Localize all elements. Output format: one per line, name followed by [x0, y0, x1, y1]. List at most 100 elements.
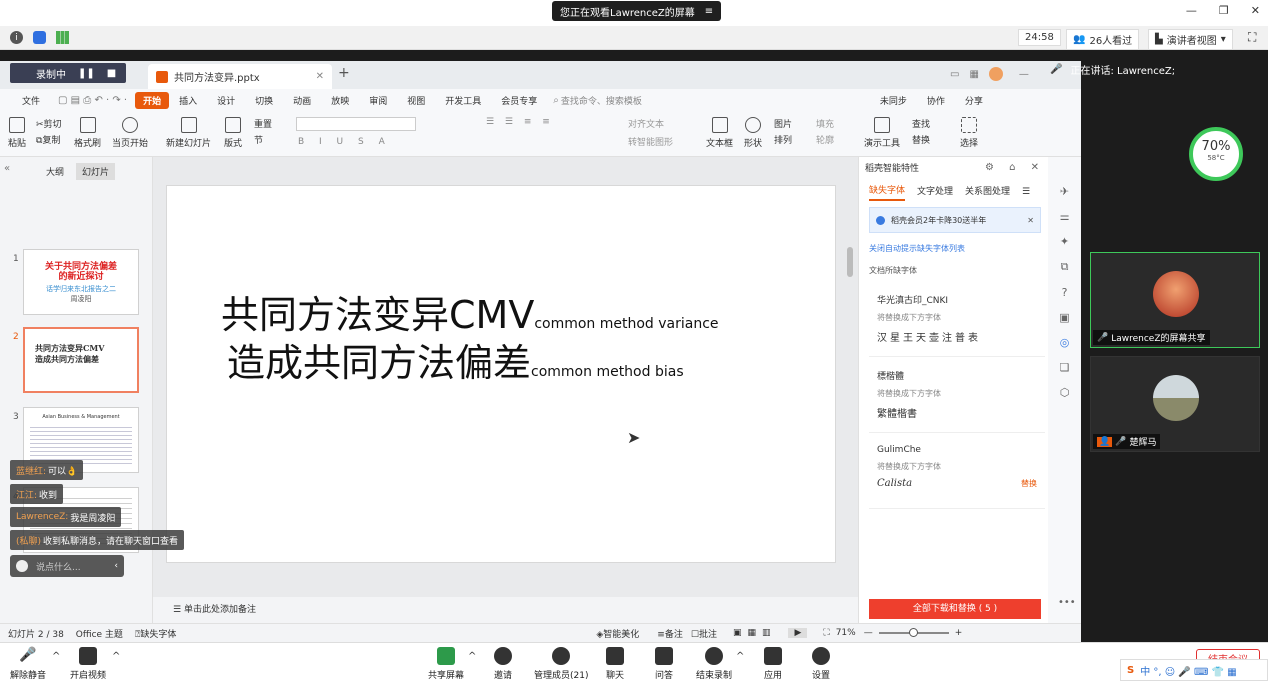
- avatar[interactable]: [988, 67, 1003, 81]
- tab-outline[interactable]: 大纲: [46, 165, 64, 178]
- font-family-select[interactable]: [296, 117, 416, 131]
- shape-button[interactable]: 形状: [744, 117, 762, 149]
- zoom-out-icon[interactable]: —: [864, 628, 873, 638]
- format-painter-button[interactable]: 格式刷: [74, 117, 101, 149]
- help-icon[interactable]: ?: [1062, 286, 1068, 299]
- align-text-button[interactable]: 对齐文本: [628, 117, 664, 130]
- minimize-icon[interactable]: —: [1186, 4, 1197, 17]
- zoom-in-icon[interactable]: +: [955, 628, 963, 638]
- slide-text-line1[interactable]: 共同方法变异CMVcommon method variance: [221, 284, 719, 339]
- cube-icon[interactable]: ⬡: [1060, 386, 1070, 399]
- fit-icon[interactable]: ⛶: [823, 628, 829, 638]
- chevron-up-icon[interactable]: ^: [468, 651, 476, 662]
- play-from-current-button[interactable]: 当页开始: [112, 117, 148, 149]
- chevron-left-icon[interactable]: ‹: [114, 561, 118, 571]
- play-icon[interactable]: ▶: [788, 628, 808, 638]
- download-replace-button[interactable]: 全部下载和替换 ( 5 ): [869, 599, 1041, 619]
- chevron-up-icon[interactable]: ^: [736, 651, 744, 662]
- menu-animation[interactable]: 动画: [283, 94, 321, 107]
- settings-button[interactable]: 设置: [812, 647, 830, 681]
- paragraph-buttons[interactable]: ☰ ☰ ≡ ≡: [486, 117, 554, 127]
- video-tile[interactable]: 🎤 LawrenceZ的屏幕共享: [1090, 252, 1260, 348]
- viewers-count[interactable]: 👥 26人看过: [1066, 29, 1140, 50]
- slide-thumb-2[interactable]: 共同方法变异CMV 造成共同方法偏差: [23, 327, 139, 393]
- slide-thumb-1[interactable]: 关于共同方法偏差的新近探讨 话学归来东北报告之二 周凌阳: [23, 249, 139, 315]
- chat-button[interactable]: 聊天: [606, 647, 624, 681]
- screen-share-banner[interactable]: 您正在观看LawrenceZ的屏幕 ≡: [552, 1, 722, 21]
- font-style-buttons[interactable]: B I U S A: [298, 137, 391, 147]
- start-video-button[interactable]: 开启视频: [70, 647, 106, 681]
- collab-button[interactable]: 协作: [917, 94, 955, 107]
- video-tile[interactable]: 👤 🎤 楚辉马: [1090, 356, 1260, 452]
- command-search[interactable]: 查找命令、搜索模板: [561, 94, 642, 107]
- textbox-button[interactable]: 文本框: [706, 117, 733, 149]
- slide-canvas[interactable]: 共同方法变异CMVcommon method variance 造成共同方法偏差…: [166, 185, 836, 563]
- zoom-handle[interactable]: [908, 628, 918, 637]
- chat-input[interactable]: 说点什么... ‹: [10, 555, 124, 577]
- menu-transition[interactable]: 切换: [245, 94, 283, 107]
- reset-button[interactable]: 重置: [254, 117, 272, 133]
- menu-icon[interactable]: ☰: [1022, 187, 1030, 197]
- convert-smartart-button[interactable]: 转智能图形: [628, 135, 673, 148]
- replace-font-button[interactable]: 替换: [1021, 478, 1037, 489]
- menu-developer[interactable]: 开发工具: [435, 94, 491, 107]
- menu-member[interactable]: 会员专享: [491, 94, 547, 107]
- view-mode-select[interactable]: ▙ 演讲者视图 ▾: [1148, 29, 1233, 50]
- cpu-widget[interactable]: 70% 58°C: [1189, 127, 1243, 181]
- book-icon[interactable]: ❏: [1060, 361, 1070, 374]
- unmute-button[interactable]: 🎤 解除静音: [10, 647, 46, 681]
- copy-icon[interactable]: ⧉: [1061, 260, 1069, 274]
- invite-button[interactable]: 邀请: [494, 647, 512, 681]
- panel-title[interactable]: 稻壳智能特性: [865, 161, 919, 174]
- present-tool-button[interactable]: 演示工具: [864, 117, 900, 149]
- layout-button[interactable]: 版式: [224, 117, 242, 149]
- copy-button[interactable]: ⧉复制: [36, 133, 62, 149]
- slide-text-line2[interactable]: 造成共同方法偏差common method bias: [227, 332, 684, 387]
- close-icon[interactable]: ✕: [1027, 216, 1034, 225]
- zoom-slider[interactable]: [878, 628, 949, 637]
- smart-icon[interactable]: ◎: [1060, 336, 1070, 349]
- document-tab[interactable]: 共同方法变异.pptx ✕: [148, 64, 332, 89]
- minimize-icon[interactable]: —: [1019, 69, 1029, 80]
- font-card[interactable]: 標楷體 将替换成下方字体 繁體楷書: [869, 363, 1045, 433]
- menu-home[interactable]: 开始: [135, 91, 170, 109]
- more-icon[interactable]: •••: [1058, 597, 1076, 608]
- input-method-bar[interactable]: S 中 °, ☺ 🎤 ⌨ 👕 ▦: [1120, 659, 1268, 681]
- fill-button[interactable]: 填充: [816, 117, 834, 133]
- tab-slides[interactable]: 幻灯片: [76, 163, 116, 180]
- replace-button[interactable]: 替换: [912, 133, 930, 149]
- tab-text-process[interactable]: 文字处理: [917, 184, 953, 200]
- restore-icon[interactable]: ❐: [1219, 4, 1229, 17]
- end-recording-button[interactable]: 结束录制: [696, 647, 732, 681]
- menu-icon[interactable]: ≡: [705, 6, 713, 17]
- image-icon[interactable]: ▣: [1059, 311, 1069, 324]
- adjust-icon[interactable]: ⚌: [1060, 210, 1070, 223]
- beautify-button[interactable]: ◈智能美化: [596, 627, 639, 640]
- cut-button[interactable]: ✂剪切: [36, 117, 62, 133]
- fullscreen-icon[interactable]: ⛶: [1248, 30, 1256, 45]
- close-icon[interactable]: ✕: [1251, 4, 1260, 17]
- chevron-up-icon[interactable]: ^: [112, 651, 120, 662]
- arrange-button[interactable]: 排列: [774, 133, 792, 149]
- qa-button[interactable]: 问答: [655, 647, 673, 681]
- close-tab-icon[interactable]: ✕: [316, 71, 324, 82]
- slide-scrollbar[interactable]: [847, 247, 853, 277]
- apps-button[interactable]: 应用: [764, 647, 782, 681]
- shield-icon[interactable]: [33, 31, 46, 44]
- stop-icon[interactable]: ■: [107, 68, 116, 79]
- notes-button[interactable]: ≡备注: [657, 627, 683, 640]
- view-buttons[interactable]: ▣▦▥: [733, 628, 777, 638]
- select-button[interactable]: 选择: [960, 117, 978, 149]
- info-icon[interactable]: i: [10, 31, 23, 44]
- share-screen-button[interactable]: 共享屏幕: [428, 647, 464, 681]
- new-tab-icon[interactable]: +: [338, 65, 350, 81]
- section-button[interactable]: 节: [254, 133, 272, 149]
- tab-diagram-process[interactable]: 关系图处理: [965, 184, 1010, 200]
- menu-slideshow[interactable]: 放映: [321, 94, 359, 107]
- manage-members-button[interactable]: 管理成员(21): [534, 647, 588, 681]
- menu-insert[interactable]: 插入: [169, 94, 207, 107]
- menu-review[interactable]: 审阅: [359, 94, 397, 107]
- font-card[interactable]: 华光滇古印_CNKI 将替换成下方字体 汉星王天壶注普表: [869, 287, 1045, 357]
- chevron-up-icon[interactable]: ^: [52, 651, 60, 662]
- menu-view[interactable]: 视图: [397, 94, 435, 107]
